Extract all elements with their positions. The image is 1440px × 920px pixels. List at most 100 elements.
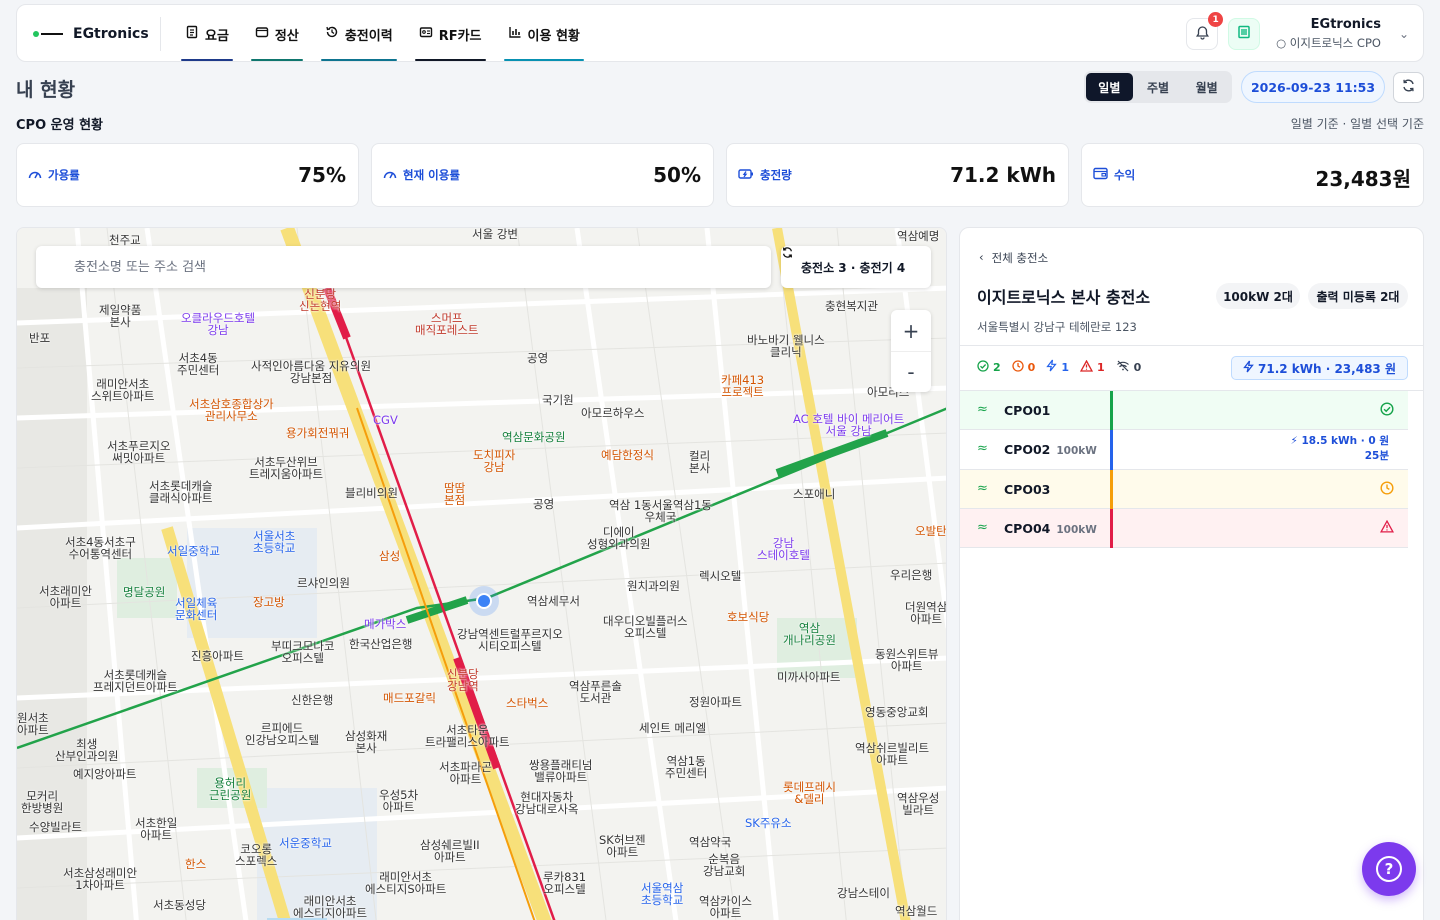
map-place-label: 르피에드 인강남오피스텔 xyxy=(245,721,320,748)
map-place-label: 역삼 1동서울역삼1동 우체국 xyxy=(609,498,712,525)
map-zoom-controls: + - xyxy=(891,310,931,392)
charger-name: CPO02 100kW xyxy=(1004,442,1097,457)
map-place-label: 정원아파트 xyxy=(689,695,742,709)
map-place-label: 역삼월드 xyxy=(895,904,938,918)
map-place-label: 서초두산위브 트레지움아파트 xyxy=(249,455,324,482)
nav-item-rf-card[interactable]: RF카드 xyxy=(414,5,486,63)
map-search-input[interactable] xyxy=(74,259,771,275)
status-available: 2 xyxy=(977,359,1001,375)
stat-value: 71.2 kWh xyxy=(950,163,1056,187)
map-place-label: 모커리 한방병원 xyxy=(21,789,64,816)
tab-weekly[interactable]: 주별 xyxy=(1135,73,1182,101)
map-place-label: 도치피자 강남 xyxy=(473,448,516,475)
station-map[interactable]: 천주교 서울 강변 역삼예명 충현복지관 제일약품 본사 오클라우드호텔 강남 신분당 신논현역 스… xyxy=(16,227,947,920)
station-detail-panel: ‹ 전체 충전소 이지트로닉스 본사 충전소 100kW 2대 출력 미등록 2… xyxy=(959,227,1424,920)
back-link-label: 전체 충전소 xyxy=(991,251,1049,265)
map-place-label: 역삼 개나리공원 xyxy=(783,621,836,648)
map-place-label: 롯데프레시 &델리 xyxy=(783,780,836,807)
back-to-all-stations-link[interactable]: ‹ 전체 충전소 xyxy=(979,250,1048,266)
map-search-box[interactable] xyxy=(36,246,771,288)
charger-name: CPO04 100kW xyxy=(1004,521,1097,536)
map-place-label: 서울 강변 xyxy=(472,227,518,241)
station-count-button[interactable]: 충전소 3 · 충전기 4 xyxy=(781,246,931,288)
map-place-label: 서울역삼 초등학교 xyxy=(641,881,684,908)
map-place-label: 예담한정식 xyxy=(601,448,654,462)
check-circle-icon xyxy=(977,359,989,375)
stat-label: 수익 xyxy=(1114,168,1136,182)
section-note: 일별 기준 · 일별 선택 기준 xyxy=(1290,117,1424,131)
status-count: 1 xyxy=(1096,360,1105,374)
zoom-in-button[interactable]: + xyxy=(891,310,931,351)
notification-count-badge: 1 xyxy=(1208,12,1224,27)
user-role-label: 이지트로닉스 CPO xyxy=(1289,36,1381,50)
nav-item-settlement[interactable]: 정산 xyxy=(250,5,303,63)
help-button[interactable]: ? xyxy=(1362,842,1416,896)
status-count: 2 xyxy=(993,360,1001,374)
header-actions: 1 EGtronics ○ 이지트로닉스 CPO ⌄ xyxy=(1186,5,1409,63)
stat-label: 가용률 xyxy=(48,168,80,182)
map-place-label: 예지앙아파트 xyxy=(73,767,137,781)
map-place-label: 스타벅스 xyxy=(506,696,549,710)
map-place-label: 제일약품 본사 xyxy=(99,303,142,330)
brand-logo-icon xyxy=(33,30,63,38)
warning-icon xyxy=(1079,359,1094,375)
refresh-button[interactable] xyxy=(1393,72,1424,103)
top-navigation-bar: EGtronics 요금 정산 충전이력 RF카드 이용 현황 1 EGtron… xyxy=(16,4,1424,62)
user-role: ○ 이지트로닉스 CPO xyxy=(1276,35,1381,51)
map-place-label: 최생 산부인과의원 xyxy=(55,737,119,764)
status-count: 0 xyxy=(1027,360,1036,374)
map-place-label: 컬리 본사 xyxy=(689,449,711,476)
zoom-out-button[interactable]: - xyxy=(891,351,931,392)
map-place-label: 현대자동차 강남대로사옥 xyxy=(515,790,579,817)
map-place-label: 삼성화재 본사 xyxy=(345,729,388,756)
wifi-icon: ≈ xyxy=(977,402,988,417)
refresh-icon xyxy=(1401,78,1416,97)
tab-daily[interactable]: 일별 xyxy=(1086,73,1133,101)
station-count-label: 충전소 3 · 충전기 4 xyxy=(801,260,906,275)
map-place-label: 수양빌라트 xyxy=(29,820,82,834)
divider xyxy=(960,345,1423,346)
nav-item-billing[interactable]: 요금 xyxy=(181,5,233,63)
map-place-label: 서초롯데캐슬 클래식아파트 xyxy=(149,479,213,506)
notification-button[interactable]: 1 xyxy=(1186,12,1224,50)
warning-icon xyxy=(1379,519,1395,537)
chevron-down-icon[interactable]: ⌄ xyxy=(1399,27,1409,41)
map-place-label: 역삼우성 빌라트 xyxy=(897,791,940,818)
charger-row-cpo04[interactable]: ≈ CPO04 100kW xyxy=(960,509,1408,548)
brand[interactable]: EGtronics xyxy=(33,5,149,63)
brand-divider xyxy=(160,17,161,51)
nav-item-charge-history[interactable]: 충전이력 xyxy=(320,5,397,63)
charger-row-cpo02[interactable]: ≈ CPO02 100kW ⚡︎ 18.5 kWh · 0 원 25분 xyxy=(960,430,1408,470)
nav-item-label: 요금 xyxy=(205,28,229,44)
map-place-label: 서일체육 문화센터 xyxy=(175,596,218,623)
charger-name: CPO03 xyxy=(1004,482,1050,497)
organization-button[interactable] xyxy=(1228,18,1261,50)
status-fault: 1 xyxy=(1079,359,1105,375)
charger-row-cpo01[interactable]: ≈ CPO01 xyxy=(960,391,1408,430)
map-place-label: 카페413 프로젝트 xyxy=(721,373,765,400)
bolt-icon: ⚡︎ xyxy=(1290,435,1298,447)
map-place-label: 매드포갈릭 xyxy=(383,691,436,705)
map-place-label: 서초삼호종합상가 관리사무소 xyxy=(189,397,274,424)
nav-item-usage-status[interactable]: 이용 현황 xyxy=(503,5,585,63)
charger-row-cpo03[interactable]: ≈ CPO03 xyxy=(960,470,1408,509)
charger-capacity: 100kW xyxy=(1056,445,1097,457)
user-menu[interactable]: EGtronics ○ 이지트로닉스 CPO xyxy=(1276,17,1381,51)
status-count: 0 xyxy=(1133,360,1142,374)
station-address: 서울특별시 강남구 테헤란로 123 xyxy=(977,320,1137,334)
map-place-label: 서울서초 초등학교 xyxy=(253,529,296,556)
map-place-label: 메가박스 xyxy=(364,617,407,631)
current-location-marker[interactable] xyxy=(476,593,492,609)
map-place-label: 강남 스테이호텔 xyxy=(757,536,810,563)
map-place-label: 서일중학교 xyxy=(167,544,220,558)
map-place-label: 공영 xyxy=(533,497,555,511)
tab-monthly[interactable]: 월별 xyxy=(1183,73,1230,101)
charger-id: CPO01 xyxy=(1004,403,1051,418)
map-place-label: 오발탄 xyxy=(915,524,947,538)
nav-item-label: RF카드 xyxy=(438,28,482,44)
receipt-icon xyxy=(185,25,199,43)
date-picker[interactable]: 2026-09-23 11:53 xyxy=(1241,71,1385,103)
map-place-label: 서운중학교 xyxy=(279,836,332,850)
map-place-label: 루카831 오피스텔 xyxy=(543,870,587,897)
map-place-label: 삼성 xyxy=(379,549,401,563)
